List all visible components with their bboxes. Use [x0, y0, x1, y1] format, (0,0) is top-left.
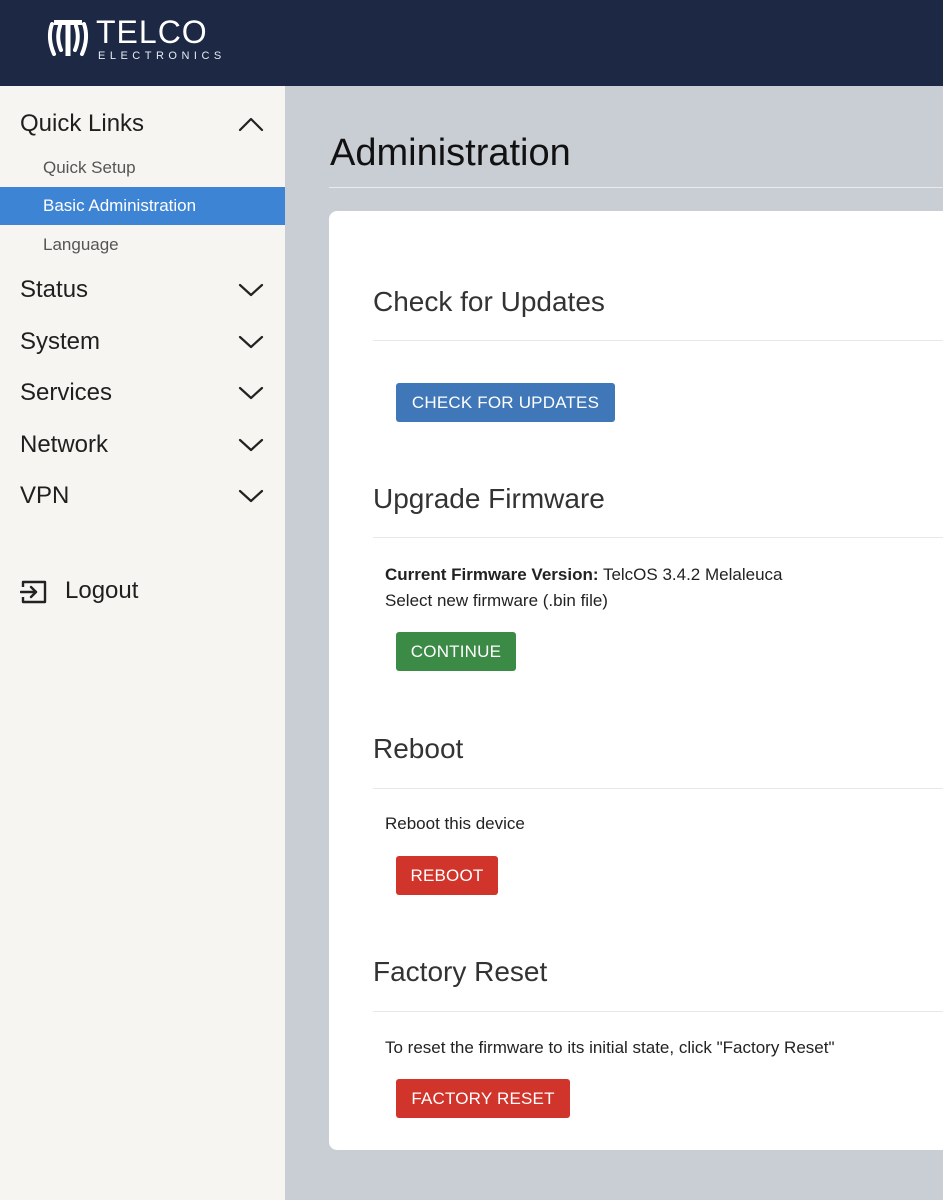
- logo-text: TELCO ELECTRONICS: [96, 16, 226, 63]
- continue-button[interactable]: CONTINUE: [396, 632, 516, 671]
- section-divider: [373, 1011, 943, 1012]
- sidebar-item-label: Language: [43, 235, 119, 254]
- upgrade-firmware-title: Upgrade Firmware: [373, 483, 605, 514]
- chevron-down-icon: [238, 438, 264, 452]
- logout-label: Logout: [65, 577, 139, 604]
- reboot-button[interactable]: REBOOT: [396, 856, 498, 895]
- logo-main-text: TELCO: [96, 14, 208, 50]
- top-header: TELCO ELECTRONICS: [0, 0, 943, 86]
- title-divider: [329, 187, 943, 188]
- check-for-updates-button[interactable]: CHECK FOR UPDATES: [396, 383, 615, 422]
- reboot-description: Reboot this device: [385, 814, 525, 833]
- sidebar-group-status[interactable]: Status: [0, 268, 285, 312]
- check-updates-title: Check for Updates: [373, 286, 605, 317]
- chevron-down-icon: [238, 283, 264, 297]
- sidebar-group-label: Services: [20, 379, 113, 406]
- sidebar-item-basic-administration[interactable]: Basic Administration: [0, 187, 285, 225]
- sidebar-group-network[interactable]: Network: [0, 423, 285, 467]
- administration-card: Check for Updates CHECK FOR UPDATES Upgr…: [329, 211, 943, 1150]
- sidebar-group-services[interactable]: Services: [0, 371, 285, 415]
- sidebar-item-language[interactable]: Language: [0, 226, 285, 264]
- logout-link[interactable]: Logout: [20, 574, 220, 610]
- factory-reset-button[interactable]: FACTORY RESET: [396, 1079, 570, 1118]
- chevron-down-icon: [238, 386, 264, 400]
- factory-reset-description: To reset the firmware to its initial sta…: [385, 1038, 835, 1057]
- page-title: Administration: [330, 132, 571, 174]
- sidebar-item-label: Basic Administration: [43, 196, 197, 215]
- current-firmware-version: Current Firmware Version: TelcOS 3.4.2 M…: [385, 565, 782, 585]
- logo-sub-text: ELECTRONICS: [98, 50, 226, 62]
- telco-logo[interactable]: TELCO ELECTRONICS: [44, 16, 226, 63]
- sidebar-group-quick-links[interactable]: Quick Links: [0, 102, 285, 146]
- firmware-version-label: Current Firmware Version:: [385, 565, 599, 584]
- telco-logo-icon: [47, 20, 89, 56]
- chevron-up-icon: [238, 117, 264, 132]
- logout-icon: [20, 580, 47, 604]
- section-divider: [373, 340, 943, 341]
- sidebar-item-quick-setup[interactable]: Quick Setup: [0, 149, 285, 187]
- chevron-down-icon: [238, 335, 264, 349]
- firmware-version-value: TelcOS 3.4.2 Melaleuca: [602, 565, 783, 584]
- chevron-down-icon: [238, 489, 264, 503]
- factory-reset-title: Factory Reset: [373, 956, 548, 987]
- sidebar-group-label: Quick Links: [20, 110, 145, 137]
- section-divider: [373, 537, 943, 538]
- sidebar: Quick Links Quick Setup Basic Administra…: [0, 86, 285, 1200]
- reboot-title: Reboot: [373, 733, 464, 764]
- sidebar-group-vpn[interactable]: VPN: [0, 474, 285, 518]
- sidebar-group-label: Network: [20, 431, 109, 458]
- sidebar-group-label: System: [20, 328, 101, 355]
- select-firmware-text: Select new firmware (.bin file): [385, 591, 608, 610]
- sidebar-group-system[interactable]: System: [0, 320, 285, 364]
- section-divider: [373, 788, 943, 789]
- sidebar-item-label: Quick Setup: [43, 158, 136, 177]
- sidebar-group-label: Status: [20, 276, 89, 303]
- sidebar-group-label: VPN: [20, 482, 70, 509]
